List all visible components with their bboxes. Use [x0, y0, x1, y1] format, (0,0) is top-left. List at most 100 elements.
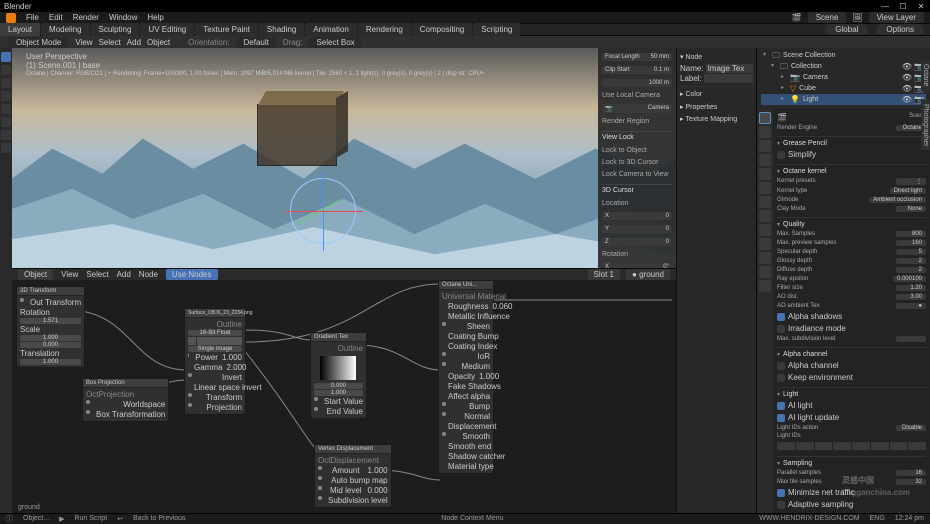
options-dropdown[interactable]: Options: [876, 24, 924, 35]
xform-rz-slider[interactable]: 0.000: [20, 342, 81, 348]
nodeside-name-input[interactable]: Image Tex: [706, 64, 753, 73]
cube-object[interactable]: [257, 104, 337, 166]
scene-selector[interactable]: Scene: [808, 12, 847, 23]
lock-camera[interactable]: Lock Camera to View: [602, 170, 672, 179]
octane-kernel-section[interactable]: Octane kernel: [777, 167, 926, 176]
clip-end[interactable]: 1000 m: [649, 80, 669, 86]
vis-icon[interactable]: 👁: [902, 61, 912, 72]
tab-rendering[interactable]: Rendering: [358, 23, 411, 36]
camera-selector[interactable]: Camera: [648, 105, 669, 112]
xform-tr-slider[interactable]: 1.000: [20, 359, 81, 365]
lock-object[interactable]: Lock to Object: [602, 146, 672, 155]
tool-transform[interactable]: [1, 117, 11, 127]
render-region-check[interactable]: Render Region: [602, 117, 672, 126]
tab-uvediting[interactable]: UV Editing: [140, 23, 194, 36]
outliner-light[interactable]: ▸💡Light👁📷: [761, 94, 926, 105]
grad-min[interactable]: 0.000: [314, 383, 363, 389]
quality-section[interactable]: Quality: [777, 220, 926, 229]
ao-dist[interactable]: 3.00: [896, 294, 926, 300]
tab-texturepaint[interactable]: Texture Paint: [195, 23, 258, 36]
proptab-data[interactable]: [759, 252, 771, 264]
ailight-upd-check[interactable]: AI light update: [777, 412, 926, 423]
alpha-shadows-check[interactable]: Alpha shadows: [777, 311, 926, 322]
tool-annotate[interactable]: [1, 130, 11, 140]
kernel-presets[interactable]: ⋮: [896, 178, 926, 185]
foot-icon1[interactable]: ⓘ: [6, 514, 13, 524]
keep-env-check[interactable]: Keep environment: [777, 372, 926, 383]
cursor-z[interactable]: 0: [666, 239, 669, 245]
simplify-check[interactable]: Simplify: [777, 149, 926, 160]
vmenu-view[interactable]: View: [75, 38, 92, 47]
lock-cursor[interactable]: Lock to 3D Cursor: [602, 158, 672, 167]
light-id-toggles[interactable]: [777, 442, 926, 450]
menu-window[interactable]: Window: [109, 13, 137, 22]
proptab-material[interactable]: [759, 266, 771, 278]
viewlock-header[interactable]: View Lock: [602, 131, 672, 143]
focal-value[interactable]: 50 mm: [651, 54, 669, 60]
filter-size[interactable]: 1.20: [896, 285, 926, 291]
cursor-header[interactable]: 3D Cursor: [602, 184, 672, 196]
menu-file[interactable]: File: [26, 13, 39, 22]
proptab-modifiers[interactable]: [759, 196, 771, 208]
tool-scale[interactable]: [1, 104, 11, 114]
proptab-world[interactable]: [759, 168, 771, 180]
win-min-button[interactable]: —: [880, 2, 890, 11]
nmenu-view[interactable]: View: [61, 270, 78, 279]
transform-gizmo[interactable]: [290, 178, 356, 244]
imgtex-mode[interactable]: Single image: [188, 346, 242, 352]
tab-sculpting[interactable]: Sculpting: [91, 23, 140, 36]
win-close-button[interactable]: ✕: [916, 2, 926, 11]
slot-selector[interactable]: Slot 1: [588, 269, 620, 280]
nodeside-props[interactable]: ▸ Properties: [680, 101, 753, 113]
outliner-collection[interactable]: ▾🗀Collection👁📷: [761, 61, 926, 72]
adaptive-check[interactable]: Adaptive sampling: [777, 499, 926, 510]
outliner-cube[interactable]: ▸▽Cube👁📷: [761, 83, 926, 94]
max-subdiv[interactable]: [896, 336, 926, 342]
xform-scale-slider[interactable]: 1.000: [20, 335, 81, 341]
nmenu-node[interactable]: Node: [139, 270, 158, 279]
node-object-mode[interactable]: Object: [18, 269, 53, 280]
outliner-camera[interactable]: ▸📷Camera👁📷: [761, 72, 926, 83]
proptab-viewlayer[interactable]: [759, 140, 771, 152]
glossy-depth[interactable]: 2: [896, 258, 926, 264]
node-universal-material[interactable]: Octane Uni... Universal Material Roughne…: [438, 280, 494, 474]
node-3d-transform[interactable]: 3D Transform Out Transform Rotation 1.57…: [16, 286, 85, 368]
vtab-octane[interactable]: Octane: [921, 60, 930, 91]
light-section[interactable]: Light: [777, 390, 926, 399]
vmenu-add[interactable]: Add: [127, 38, 141, 47]
specular-depth[interactable]: 5: [896, 249, 926, 255]
max-samples[interactable]: 800: [896, 231, 926, 237]
clip-start[interactable]: 0.1 m: [654, 67, 669, 73]
tab-compositing[interactable]: Compositing: [412, 23, 472, 36]
vmenu-select[interactable]: Select: [99, 38, 121, 47]
proptab-output[interactable]: [759, 126, 771, 138]
proptab-object[interactable]: [759, 182, 771, 194]
tab-modeling[interactable]: Modeling: [41, 23, 89, 36]
alpha-ch-check[interactable]: Alpha channel: [777, 360, 926, 371]
cursor-y[interactable]: 0: [666, 226, 669, 232]
nodeside-texmap[interactable]: ▸ Texture Mapping: [680, 113, 753, 125]
outliner-root[interactable]: ▾🗀Scene Collection: [761, 50, 926, 61]
parallel-samples[interactable]: 16: [896, 470, 926, 476]
nodeside-color[interactable]: ▸ Color: [680, 86, 753, 101]
clay-mode[interactable]: None: [896, 206, 926, 212]
outliner[interactable]: ▾🗀Scene Collection ▾🗀Collection👁📷 ▸📷Came…: [757, 48, 930, 109]
node-gradient-tex[interactable]: Gradient Tex Outline 0.000 1.000 Start V…: [310, 332, 367, 419]
global-label[interactable]: Global: [825, 24, 868, 35]
nmenu-select[interactable]: Select: [86, 270, 108, 279]
tool-select-box[interactable]: [1, 52, 11, 62]
nodeside-header[interactable]: ▾ Node: [680, 51, 753, 63]
cursor-rx[interactable]: 0°: [663, 264, 669, 268]
use-nodes-toggle[interactable]: Use Nodes: [166, 269, 218, 280]
min-net-check[interactable]: Minimize net traffic: [777, 487, 926, 498]
tab-layout[interactable]: Layout: [0, 23, 40, 36]
orientation-selector[interactable]: Default: [236, 37, 277, 48]
proptab-particles[interactable]: [759, 210, 771, 222]
tool-rotate[interactable]: [1, 91, 11, 101]
foot-icon3[interactable]: ↩: [117, 515, 123, 523]
proptab-physics[interactable]: [759, 224, 771, 236]
max-tile-samples[interactable]: 32: [896, 479, 926, 485]
mode-selector[interactable]: Object Mode: [8, 37, 69, 48]
drag-selector[interactable]: Select Box: [308, 37, 362, 48]
light-ids-action[interactable]: Disable: [896, 425, 926, 431]
